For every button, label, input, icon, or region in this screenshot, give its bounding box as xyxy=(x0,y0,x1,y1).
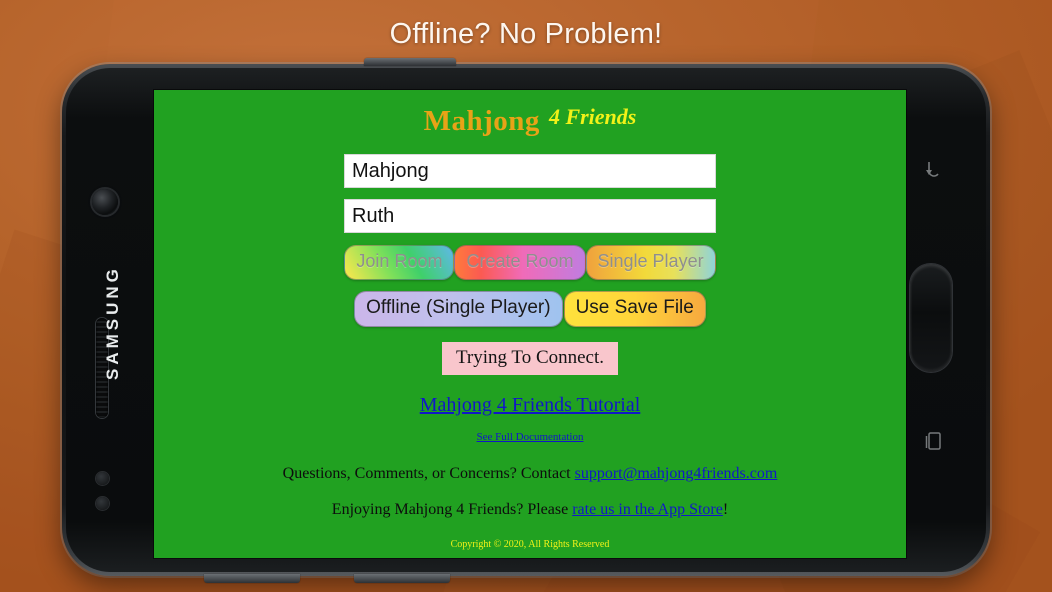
phone-screen: Mahjong 4 Friends Join Room Create Room S… xyxy=(154,90,906,558)
rate-suffix: ! xyxy=(722,500,729,518)
camera-icon xyxy=(92,189,118,215)
offline-button-row: Offline (Single Player) Use Save File xyxy=(154,290,906,327)
app-title-sub: 4 Friends xyxy=(548,104,637,129)
volume-up-button[interactable] xyxy=(204,574,300,583)
single-player-button[interactable]: Single Player xyxy=(585,245,716,280)
volume-down-button[interactable] xyxy=(354,574,450,583)
room-name-input[interactable] xyxy=(344,154,716,188)
copyright-text: Copyright © 2020, All Rights Reserved xyxy=(450,538,610,550)
power-button[interactable] xyxy=(364,58,456,66)
back-nav-icon[interactable] xyxy=(920,158,946,184)
use-save-file-button[interactable]: Use Save File xyxy=(563,290,706,327)
phone-bezel: SAMSUNG Mahjong 4 Friends Join Room Creat… xyxy=(66,68,986,572)
light-sensor-icon xyxy=(96,497,109,510)
rate-prefix: Enjoying Mahjong 4 Friends? Please xyxy=(331,500,573,518)
create-room-button[interactable]: Create Room xyxy=(454,245,586,280)
app-header: Mahjong 4 Friends xyxy=(154,104,906,137)
contact-line: Questions, Comments, or Concerns? Contac… xyxy=(154,465,906,483)
recents-nav-icon[interactable] xyxy=(920,428,946,454)
online-button-row: Join Room Create Room Single Player xyxy=(154,245,906,280)
support-email-link[interactable]: support@mahjong4friends.com xyxy=(575,465,778,482)
page-title: Offline? No Problem! xyxy=(389,18,663,50)
rate-app-link[interactable]: rate us in the App Store xyxy=(572,501,723,518)
app-title-main: Mahjong xyxy=(423,105,540,137)
player-name-input[interactable] xyxy=(344,199,716,233)
brand-logo: SAMSUNG xyxy=(103,265,122,380)
app-content: Mahjong 4 Friends Join Room Create Room S… xyxy=(154,90,906,558)
status-badge: Trying To Connect. xyxy=(441,341,619,375)
tutorial-link[interactable]: Mahjong 4 Friends Tutorial xyxy=(154,394,906,417)
home-button[interactable] xyxy=(910,264,952,372)
contact-prefix: Questions, Comments, or Concerns? Contac… xyxy=(282,464,575,482)
join-room-button[interactable]: Join Room xyxy=(344,245,455,280)
offline-single-player-button[interactable]: Offline (Single Player) xyxy=(354,290,563,327)
documentation-link[interactable]: See Full Documentation xyxy=(154,431,906,443)
proximity-sensor-icon xyxy=(96,472,109,485)
rate-line: Enjoying Mahjong 4 Friends? Please rate … xyxy=(154,501,906,519)
phone-device: SAMSUNG Mahjong 4 Friends Join Room Creat… xyxy=(62,58,990,583)
